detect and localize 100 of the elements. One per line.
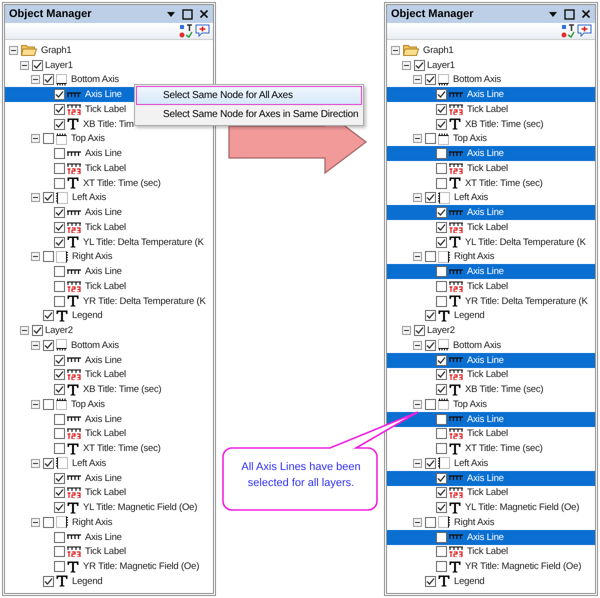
- checkbox[interactable]: [436, 104, 447, 115]
- tree-item[interactable]: Axis Line: [5, 530, 213, 544]
- collapse-toggle[interactable]: [402, 60, 413, 71]
- checkbox[interactable]: [43, 458, 54, 469]
- tree-item[interactable]: YR Title: Magnetic Field (Oe): [5, 559, 213, 574]
- checkbox[interactable]: [425, 340, 436, 351]
- tree-item[interactable]: YL Title: Delta Temperature (K: [387, 234, 595, 250]
- collapse-toggle[interactable]: [413, 340, 424, 351]
- checkbox[interactable]: [54, 384, 65, 396]
- checkbox[interactable]: [436, 487, 447, 498]
- checkbox[interactable]: [425, 74, 436, 86]
- tree-item[interactable]: Top Axis: [387, 132, 595, 146]
- tree-item[interactable]: Tick Label: [387, 486, 595, 500]
- collapse-toggle[interactable]: [20, 60, 31, 71]
- collapse-toggle[interactable]: [402, 325, 413, 336]
- checkbox[interactable]: [436, 384, 447, 396]
- tree-item[interactable]: Tick Label: [5, 161, 213, 176]
- checkbox[interactable]: [436, 428, 447, 440]
- checkbox[interactable]: [54, 148, 65, 160]
- tree-item[interactable]: Left Axis: [387, 190, 595, 206]
- tree-item[interactable]: Top Axis: [5, 397, 213, 412]
- checkbox[interactable]: [54, 236, 65, 248]
- tree-item[interactable]: Bottom Axis: [5, 72, 213, 88]
- checkbox[interactable]: [54, 162, 65, 174]
- tree-item[interactable]: Axis Line: [387, 146, 595, 161]
- tree-item[interactable]: Layer1: [5, 58, 213, 72]
- tree-item[interactable]: XB Title: Time (sec): [5, 382, 213, 397]
- checkbox[interactable]: [54, 502, 65, 514]
- checkbox[interactable]: [32, 60, 43, 71]
- tree-item[interactable]: Top Axis: [5, 132, 213, 146]
- checkbox[interactable]: [436, 222, 447, 233]
- tree-item[interactable]: Axis Line: [387, 352, 595, 368]
- tree-item[interactable]: Layer2: [387, 323, 595, 338]
- tree-item[interactable]: Right Axis: [387, 515, 595, 530]
- checkbox[interactable]: [425, 576, 436, 587]
- collapse-toggle[interactable]: [31, 251, 42, 262]
- collapse-toggle[interactable]: [413, 192, 424, 204]
- tree-item[interactable]: Bottom Axis: [5, 338, 213, 353]
- tree-item[interactable]: XT Title: Time (sec): [5, 441, 213, 456]
- collapse-toggle[interactable]: [31, 192, 42, 204]
- tree-item[interactable]: Axis Line: [387, 470, 595, 486]
- collapse-toggle[interactable]: [31, 74, 42, 86]
- tree-item[interactable]: Axis Line: [5, 146, 213, 161]
- tree-item[interactable]: Layer2: [5, 323, 213, 338]
- tree-item[interactable]: Right Axis: [5, 250, 213, 264]
- tree-item[interactable]: Axis Line: [387, 87, 595, 102]
- checkbox[interactable]: [436, 354, 447, 366]
- tree-item[interactable]: Tick Label: [5, 426, 213, 442]
- checkbox[interactable]: [54, 118, 65, 130]
- checkbox[interactable]: [54, 428, 65, 440]
- tree-item[interactable]: Tick Label: [387, 368, 595, 382]
- checkbox[interactable]: [54, 546, 65, 558]
- checkbox[interactable]: [425, 516, 436, 528]
- checkbox[interactable]: [425, 133, 436, 144]
- checkbox[interactable]: [425, 192, 436, 204]
- checkbox[interactable]: [436, 502, 447, 514]
- checkbox[interactable]: [43, 133, 54, 144]
- close-icon[interactable]: [581, 9, 591, 19]
- tree-item[interactable]: Axis Line: [387, 264, 595, 279]
- tree-item[interactable]: Axis Line: [5, 352, 213, 368]
- tree-item[interactable]: Tick Label: [387, 544, 595, 560]
- checkbox[interactable]: [54, 280, 65, 292]
- close-icon[interactable]: [199, 9, 209, 19]
- checkbox[interactable]: [43, 74, 54, 86]
- tree-item[interactable]: Tick Label: [5, 279, 213, 294]
- checkbox[interactable]: [436, 118, 447, 130]
- tree-item[interactable]: Axis Line: [5, 412, 213, 426]
- checkbox[interactable]: [54, 487, 65, 498]
- checkbox[interactable]: [436, 162, 447, 174]
- tree-item[interactable]: Layer1: [387, 58, 595, 72]
- checkbox[interactable]: [43, 576, 54, 587]
- tree-item[interactable]: Axis Line: [387, 530, 595, 544]
- dropdown-icon[interactable]: [166, 9, 176, 19]
- checkbox[interactable]: [43, 398, 54, 410]
- checkbox[interactable]: [54, 414, 65, 425]
- tree-item[interactable]: Axis Line: [5, 205, 213, 220]
- checkbox[interactable]: [436, 148, 447, 160]
- checkbox[interactable]: [436, 472, 447, 484]
- collapse-toggle[interactable]: [413, 516, 424, 528]
- tree-item[interactable]: Top Axis: [387, 397, 595, 412]
- tree-item[interactable]: XB Title: Time (sec): [387, 116, 595, 132]
- checkbox[interactable]: [436, 280, 447, 292]
- collapse-toggle[interactable]: [413, 398, 424, 410]
- checkbox[interactable]: [54, 178, 65, 189]
- checkbox[interactable]: [54, 532, 65, 543]
- tree-item[interactable]: Axis Line: [387, 412, 595, 426]
- tree-item[interactable]: YR Title: Delta Temperature (K: [387, 294, 595, 308]
- checkbox[interactable]: [54, 266, 65, 278]
- collapse-toggle[interactable]: [391, 44, 402, 56]
- tree-item[interactable]: Graph1: [5, 43, 213, 58]
- tree-item[interactable]: Right Axis: [387, 250, 595, 264]
- collapse-toggle[interactable]: [413, 251, 424, 262]
- tree-item[interactable]: Bottom Axis: [387, 72, 595, 88]
- tree-item[interactable]: Tick Label: [5, 368, 213, 382]
- checkbox[interactable]: [436, 532, 447, 543]
- tree-item[interactable]: Legend: [5, 574, 213, 589]
- collapse-toggle[interactable]: [31, 398, 42, 410]
- checkbox[interactable]: [425, 310, 436, 322]
- tree-item[interactable]: Tick Label: [387, 102, 595, 117]
- tree-item[interactable]: XT Title: Time (sec): [5, 176, 213, 190]
